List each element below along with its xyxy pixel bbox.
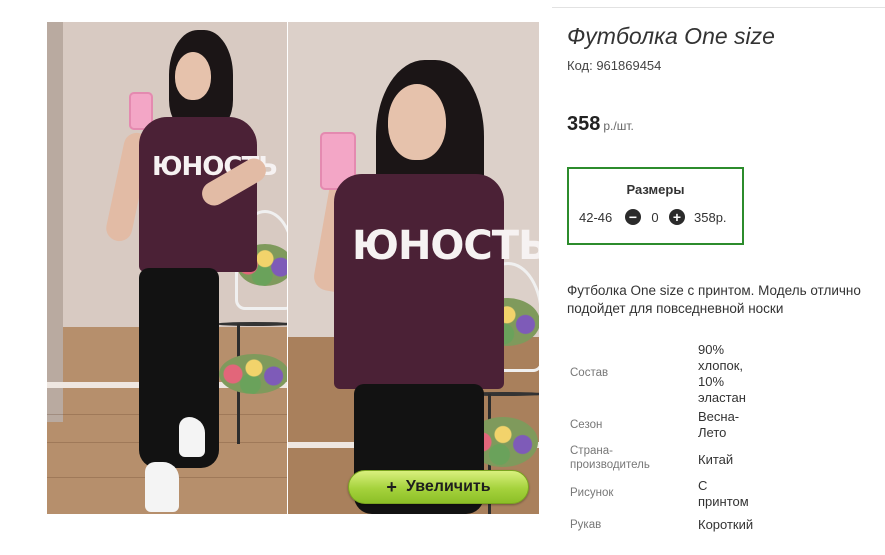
product-price: 358 р./шт.	[567, 113, 634, 136]
spec-label: Состав	[570, 367, 609, 379]
size-label: 42-46	[579, 209, 613, 225]
spec-label: Сезон	[570, 419, 603, 431]
spec-label: Рисунок	[570, 487, 614, 499]
spec-label: Страна-производитель	[570, 445, 650, 471]
minus-icon[interactable]: −	[625, 209, 641, 225]
size-price: 358р.	[694, 209, 727, 225]
plus-icon: +	[386, 476, 397, 497]
sizes-title: Размеры	[626, 182, 685, 197]
face	[175, 52, 211, 100]
product-description: Футболка One size с принтом. Модель отли…	[567, 282, 885, 318]
spec-value: 90% хлопок, 10% эластан	[698, 342, 746, 405]
sneaker	[145, 462, 179, 512]
plus-icon[interactable]: +	[669, 209, 685, 225]
size-row: 42-46 − 0 + 358р.	[579, 209, 727, 225]
face	[388, 84, 446, 160]
size-quantity[interactable]: 0	[641, 210, 669, 225]
spec-value: Весна-Лето	[698, 409, 740, 440]
flower-pot	[219, 354, 287, 394]
product-gallery[interactable]: ЮНОСТЬ ЮНОСТЬ	[47, 22, 539, 514]
product-photo-closeup[interactable]: ЮНОСТЬ	[288, 22, 539, 514]
shirt-print: ЮНОСТЬ	[352, 223, 539, 269]
t-shirt	[334, 174, 504, 389]
product-photo-front[interactable]: ЮНОСТЬ	[47, 22, 287, 514]
spec-label: Рукав	[570, 519, 602, 531]
price-unit: р./шт.	[603, 119, 634, 133]
description-line: подойдет для повседневной носки	[567, 301, 784, 316]
t-shirt	[139, 117, 257, 272]
side-table	[215, 322, 287, 326]
sneaker	[179, 417, 205, 457]
zoom-button-label: Увеличить	[405, 478, 491, 495]
top-divider	[552, 7, 885, 8]
product-code: Код: 961869454	[567, 58, 662, 73]
spec-value: С принтом	[698, 478, 749, 509]
wall-edge	[47, 22, 63, 422]
spec-value: Короткий	[698, 517, 754, 532]
sizes-panel: Размеры 42-46 − 0 + 358р.	[567, 167, 744, 245]
price-value: 358	[567, 113, 601, 135]
description-line: Футболка One size с принтом. Модель отли…	[567, 283, 861, 298]
spec-value: Китай	[698, 452, 734, 467]
product-title: Футболка One size	[567, 23, 775, 49]
zoom-button[interactable]: + Увеличить	[348, 470, 529, 504]
